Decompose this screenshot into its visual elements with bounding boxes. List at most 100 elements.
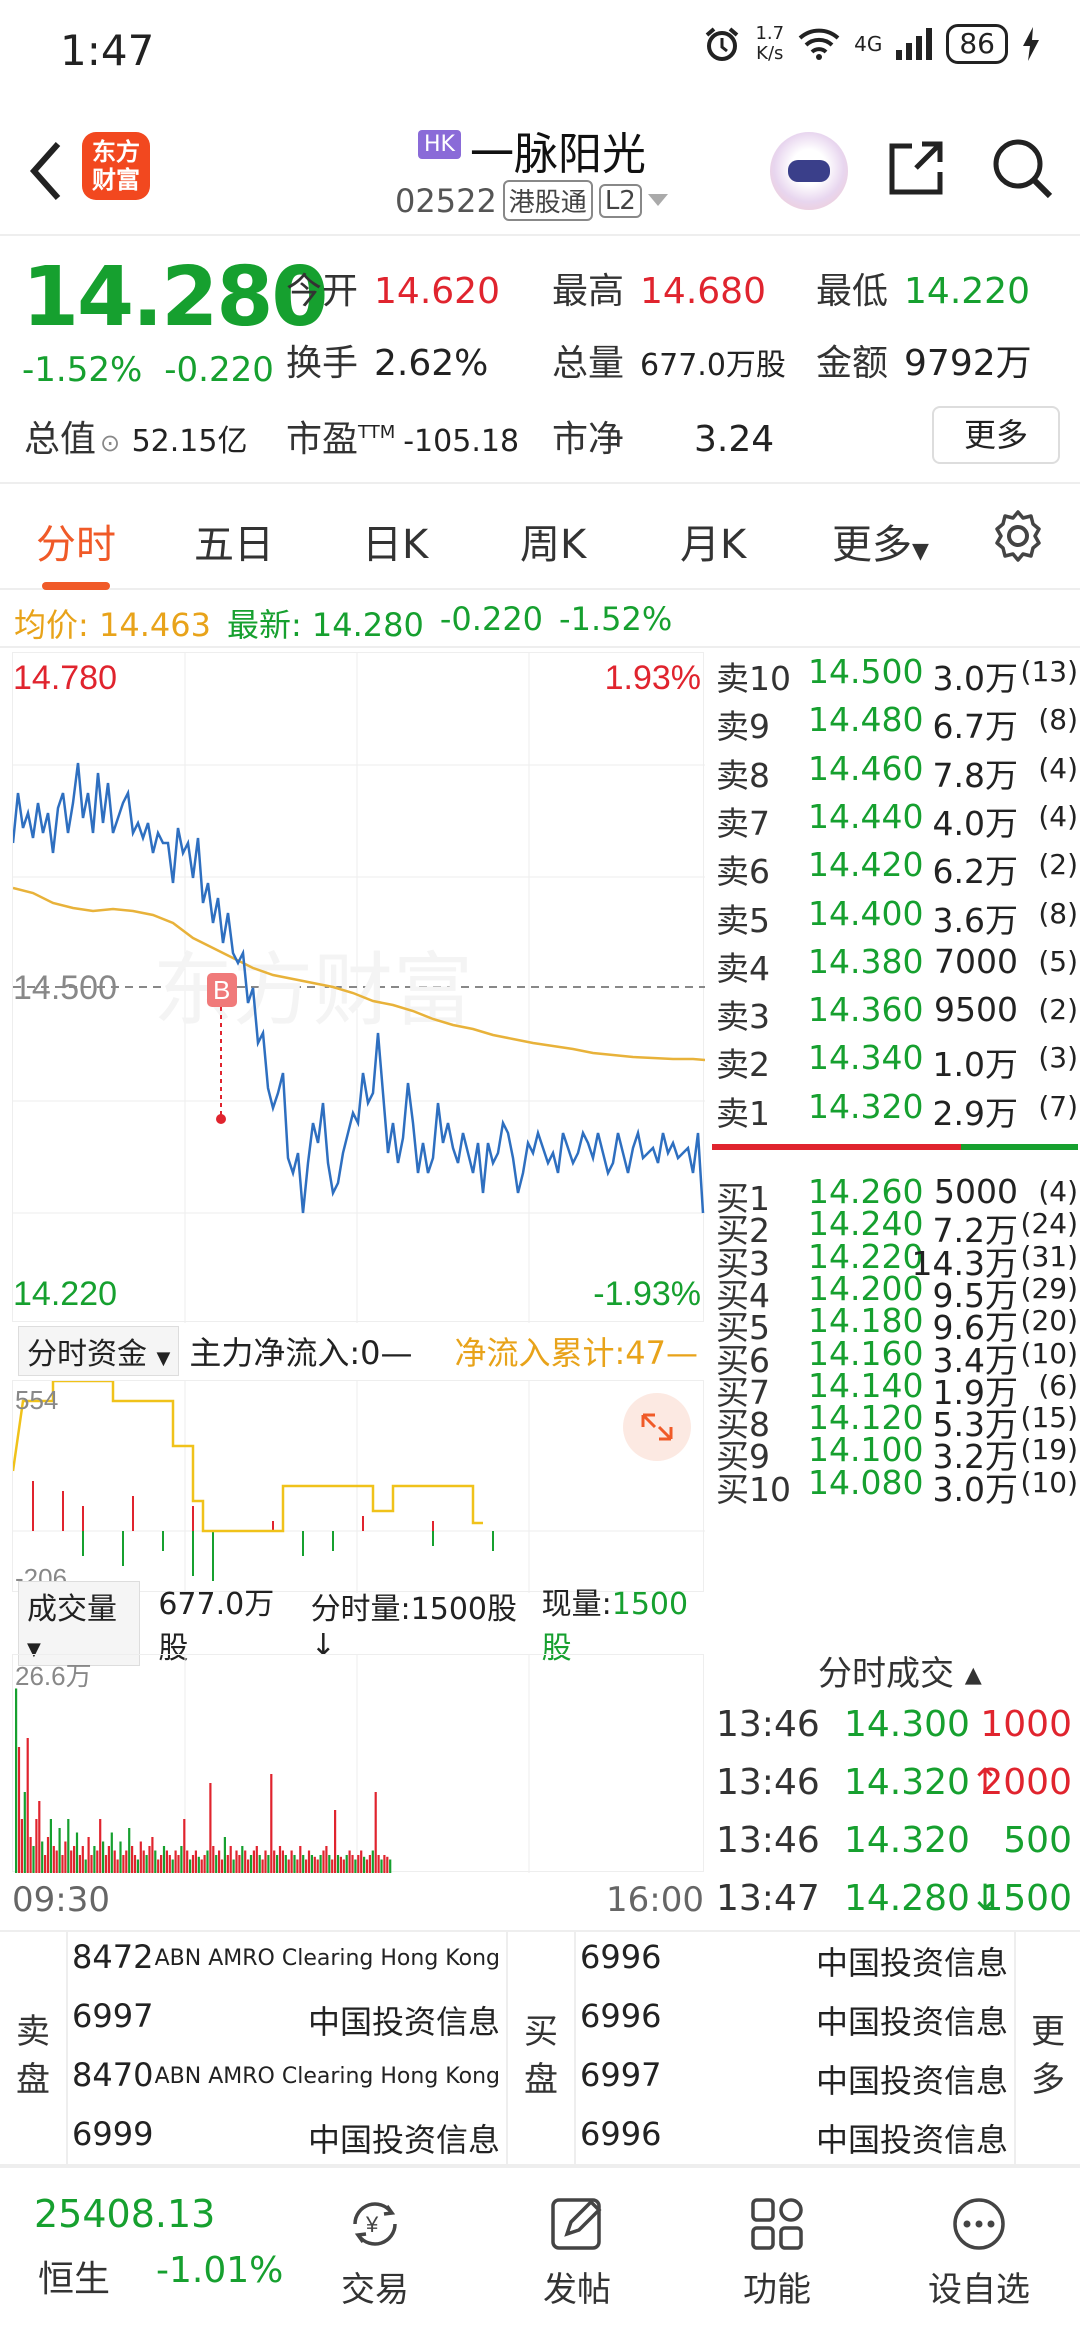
ask-row[interactable]: 卖1 14.320 2.9万 (7): [712, 1087, 1078, 1135]
broker-name: ABN AMRO Clearing Hong Kong: [154, 1946, 500, 1971]
volume-bar: [302, 1855, 305, 1873]
tab-monthly-k[interactable]: 月K: [680, 512, 746, 570]
assistant-avatar[interactable]: [770, 132, 848, 210]
volume-bar: [331, 1859, 334, 1873]
flow-selector[interactable]: 分时资金 ▼: [18, 1326, 180, 1376]
volume-bar: [235, 1850, 238, 1873]
bid-row[interactable]: 买10 14.080 3.0万 (10): [712, 1463, 1078, 1511]
nav-functions[interactable]: 功能: [712, 2166, 842, 2336]
ask-row[interactable]: 卖10 14.500 3.0万 (13): [712, 652, 1078, 700]
broker-id: 6996: [580, 2115, 662, 2153]
volume-bar: [357, 1855, 360, 1873]
volume-bar: [96, 1850, 99, 1873]
battery-level: 86: [946, 24, 1008, 64]
info-icon[interactable]: ⊙: [100, 429, 120, 457]
ask-row[interactable]: 卖2 14.340 1.0万 (3): [712, 1038, 1078, 1086]
level-volume: 7.8万: [932, 755, 1018, 795]
volume-bar: [322, 1850, 325, 1873]
intraday-chart-svg: 东方财富 B 14.780 14.500 14.220 1.93% -1.93%: [11, 653, 706, 1323]
intraday-chart[interactable]: 东方财富 B 14.780 14.500 14.220 1.93% -1.93%: [11, 652, 706, 1323]
ask-row[interactable]: 卖8 14.460 7.8万 (4): [712, 749, 1078, 797]
tab-daily-k[interactable]: 日K: [362, 512, 428, 570]
sell-broker-row[interactable]: 6997 中国投资信息: [72, 1997, 500, 2057]
cum-flow-label: 净流入累计:47—: [454, 1334, 698, 1372]
buy-broker-row[interactable]: 6997 中国投资信息: [580, 2056, 1008, 2116]
tab-weekly-k[interactable]: 周K: [520, 512, 586, 570]
volume-bar: [32, 1846, 35, 1873]
volume-chart[interactable]: 26.6万: [12, 1654, 704, 1873]
ask-row[interactable]: 卖9 14.480 6.7万 (8): [712, 700, 1078, 748]
volume-bar: [319, 1855, 322, 1873]
tick-trades-title[interactable]: 分时成交 ▴: [818, 1646, 982, 1695]
level-volume: 7000: [934, 941, 1018, 981]
broker-id: 6999: [72, 2115, 154, 2153]
volume-bar: [299, 1846, 302, 1873]
volume-bar: [20, 1819, 23, 1873]
sell-broker-row[interactable]: 8470 ABN AMRO Clearing Hong Kong: [72, 2056, 500, 2116]
volume-bar: [310, 1855, 313, 1873]
ask-row[interactable]: 卖4 14.380 7000 (5): [712, 942, 1078, 990]
level-price: 14.400: [808, 893, 924, 933]
pct-axis-high: 1.93%: [605, 659, 701, 697]
nav-trade[interactable]: ¥ 交易: [310, 2166, 440, 2336]
more-stats-button[interactable]: 更多: [932, 406, 1060, 464]
ask-row[interactable]: 卖3 14.360 9500 (2): [712, 990, 1078, 1038]
volume-bar: [226, 1855, 229, 1873]
volume-bar: [354, 1859, 357, 1873]
volume-bar: [90, 1855, 93, 1873]
level-orders: (8): [1038, 896, 1078, 930]
more-dots-icon: [953, 2198, 1005, 2250]
stock-code: 02522: [395, 181, 497, 220]
volume-bar: [145, 1855, 148, 1873]
volume-bar: [325, 1846, 328, 1873]
level-price: 14.340: [808, 1038, 924, 1078]
volume-bar: [194, 1850, 197, 1873]
more-brokers-button[interactable]: 更多: [1016, 1932, 1080, 2168]
level-volume: 1.0万: [932, 1045, 1018, 1085]
app-logo[interactable]: 东方 财富: [82, 132, 150, 200]
gear-icon[interactable]: [990, 508, 1046, 564]
volume-bar: [220, 1859, 224, 1873]
ask-row[interactable]: 卖7 14.440 4.0万 (4): [712, 797, 1078, 845]
volume-bar: [203, 1855, 206, 1873]
ask-row[interactable]: 卖5 14.400 3.6万 (8): [712, 894, 1078, 942]
ask-row[interactable]: 卖6 14.420 6.2万 (2): [712, 845, 1078, 893]
broker-queue: 卖盘 买盘 更多 8472 ABN AMRO Clearing Hong Kong…: [0, 1930, 1080, 2168]
tick-trades: 分时成交 ▴ 13:46 14.300 1000 13:46 14.320↑ 2000 13…: [708, 1646, 1080, 1926]
time-axis: 09:30 16:00: [12, 1876, 704, 1926]
buy-broker-row[interactable]: 6996 中国投资信息: [580, 1938, 1008, 1998]
volume-bar: [197, 1856, 200, 1873]
broker-name: 中国投资信息: [815, 2062, 1008, 2100]
broker-name: 中国投资信息: [815, 2003, 1008, 2041]
broker-id: 6997: [72, 1997, 154, 2035]
volume-bar: [107, 1846, 110, 1873]
volume-bar: [290, 1850, 293, 1873]
search-icon[interactable]: [990, 136, 1054, 200]
stat-pb: 市净 3.24: [552, 419, 775, 460]
expand-button[interactable]: [623, 1393, 691, 1461]
capital-flow-header: 分时资金 ▼ 主力净流入:0— 净流入累计:47—: [12, 1322, 704, 1380]
volume-bar: [278, 1846, 282, 1873]
volume-bar: [365, 1859, 369, 1873]
dropdown-icon[interactable]: [647, 193, 668, 208]
nav-post[interactable]: 发帖: [512, 2166, 642, 2336]
volume-bar: [93, 1846, 96, 1873]
tab-intraday[interactable]: 分时: [36, 512, 116, 590]
stat-pe: 市盈TTM -105.18: [286, 419, 520, 460]
capital-flow-chart[interactable]: 554 -206: [11, 1379, 705, 1593]
back-icon[interactable]: [22, 136, 72, 206]
volume-bar: [15, 1688, 18, 1873]
volume-bar: [116, 1859, 119, 1873]
nav-add-watchlist[interactable]: 设自选: [914, 2166, 1044, 2336]
volume-selector[interactable]: 成交量 ▼: [18, 1580, 141, 1666]
tab-five-day[interactable]: 五日: [194, 512, 274, 570]
stock-code-row[interactable]: 02522 港股通 L2: [395, 180, 668, 221]
sell-broker-row[interactable]: 8472 ABN AMRO Clearing Hong Kong: [72, 1938, 500, 1998]
volume-bar: [345, 1855, 348, 1873]
buy-broker-row[interactable]: 6996 中国投资信息: [580, 1997, 1008, 2057]
share-icon[interactable]: [886, 138, 946, 198]
stat-market-cap[interactable]: 总值 ⊙ 52.15亿: [24, 410, 247, 462]
volume-bar: [305, 1859, 308, 1873]
tab-more[interactable]: 更多▼: [832, 512, 929, 570]
volume-bar: [41, 1841, 44, 1873]
